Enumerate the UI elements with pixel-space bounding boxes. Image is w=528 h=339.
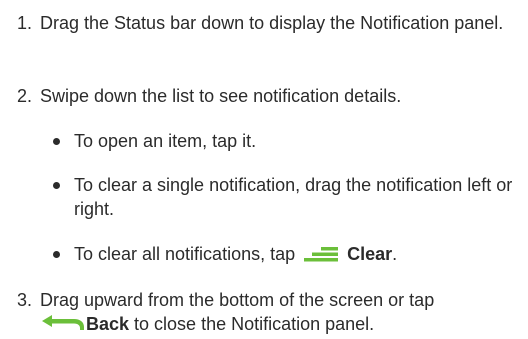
- step-text: Drag upward from the bottom of the scree…: [40, 288, 520, 336]
- bullet-text: To open an item, tap it.: [74, 131, 257, 151]
- step-text: Drag the Status bar down to display the …: [40, 13, 504, 33]
- step-text: Swipe down the list to see notification …: [40, 86, 402, 106]
- step-text-pre: Drag upward from the bottom of the scree…: [40, 290, 435, 310]
- step-number: 3.: [17, 290, 33, 310]
- bullet-dot: [53, 138, 60, 145]
- bullet-dot: [53, 182, 60, 189]
- step-text-post: to close the Notification panel.: [129, 314, 375, 334]
- clear-all-icon: [304, 245, 339, 263]
- bullet-text: To clear a single notification, drag the…: [74, 175, 513, 219]
- clear-button-label: Clear: [347, 244, 393, 264]
- bullet-dot: [53, 251, 60, 258]
- bullet-text-post: .: [392, 244, 398, 264]
- step-number: 1.: [17, 13, 33, 33]
- step-number: 2.: [17, 86, 33, 106]
- back-arrow-icon: [40, 313, 86, 333]
- instructions-document: 1. Drag the Status bar down to display t…: [0, 0, 528, 336]
- bullet-text-pre: To clear all notifications, tap: [74, 244, 301, 264]
- bullet-text: To clear all notifications, tap Clear.: [74, 242, 520, 266]
- back-button-label: Back: [86, 314, 130, 334]
